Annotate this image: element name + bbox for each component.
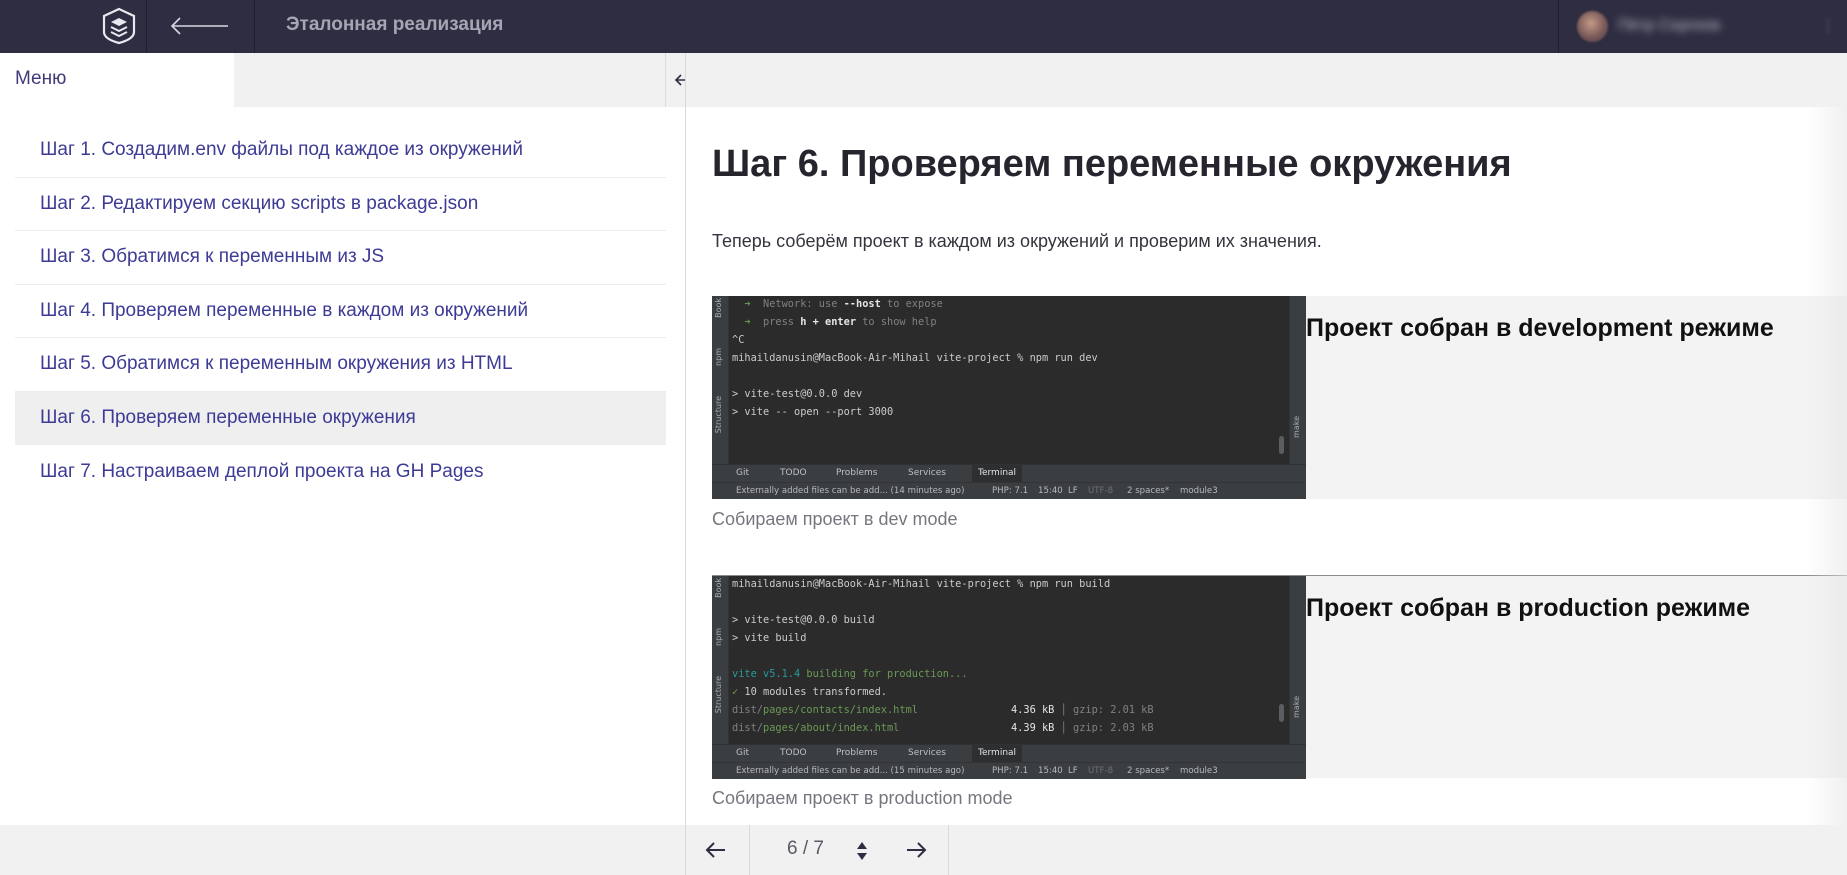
sidebar-item-step-4[interactable]: Шаг 4. Проверяем переменные в каждом из … <box>15 285 666 338</box>
ide-right-strip: make <box>1289 296 1306 464</box>
top-bar: Эталонная реализация Пётр Сергеев ⋮ <box>0 0 1847 53</box>
ide-status-bar: Externally added files can be add... (14… <box>712 482 1306 499</box>
status-encoding: UTF-8 <box>1088 766 1114 776</box>
strip-label: npm <box>714 628 723 646</box>
terminal-scrollbar <box>1279 704 1284 722</box>
ide-tab: Problems <box>836 468 878 478</box>
status-cursor: 15:40 <box>1038 486 1063 496</box>
terminal-line: ^C <box>732 334 745 346</box>
figure-caption: Собираем проект в production mode <box>712 788 1013 808</box>
terminal-line: > vite -- open --port 3000 <box>732 406 894 418</box>
terminal-image: Book npm Structure ➜ Network: use --host… <box>712 296 1306 499</box>
ide-tool-tabs: Git TODO Problems Services Terminal <box>712 744 1306 763</box>
strip-label: Book <box>714 298 723 318</box>
divider <box>146 0 147 53</box>
terminal-line: vite v5.1.4 building for production... <box>732 668 968 680</box>
strip-label: Structure <box>714 676 723 714</box>
sidebar-item-step-6[interactable]: Шаг 6. Проверяем переменные окружения <box>15 391 666 445</box>
arrow-left-icon[interactable] <box>703 837 729 863</box>
intro-text: Теперь соберём проект в каждом из окруже… <box>712 231 1322 251</box>
more-icon[interactable]: ⋮ <box>1820 16 1836 35</box>
ide-tab: Terminal <box>972 465 1023 483</box>
status-eol: LF <box>1068 486 1078 496</box>
strip-label: Structure <box>714 396 723 434</box>
page-stepper-icon[interactable] <box>855 839 869 863</box>
status-indent: 2 spaces* <box>1127 486 1170 496</box>
ide-tab: Git <box>736 468 750 478</box>
sidebar: Меню Шаг 1. Создадим.env файлы под каждо… <box>0 53 705 825</box>
user-menu[interactable]: Пётр Сергеев ⋮ <box>1558 0 1847 53</box>
ide-tab: TODO <box>780 748 807 758</box>
ide-tool-tabs: Git TODO Problems Services Terminal <box>712 464 1306 483</box>
terminal-line: > vite-test@0.0.0 dev <box>732 388 863 400</box>
divider <box>254 0 255 53</box>
terminal-line: mihaildanusin@MacBook-Air-Mihail vite-pr… <box>732 578 1111 590</box>
pagination-bar: 6 / 7 <box>0 825 1847 875</box>
ide-right-strip: make <box>1289 576 1306 744</box>
ide-left-strip: Book npm Structure <box>712 576 729 744</box>
divider <box>685 825 686 875</box>
terminal-line: ➜ press h + enter to show help <box>732 316 937 328</box>
ide-tab: TODO <box>780 468 807 478</box>
figure-caption: Собираем проект в dev mode <box>712 509 958 529</box>
divider <box>948 825 949 875</box>
terminal-image: Book npm Structure mihaildanusin@MacBook… <box>712 576 1306 779</box>
content-header <box>686 53 1847 107</box>
screenshot-caption: Проект собран в development режиме <box>1306 314 1774 342</box>
sidebar-item-step-5[interactable]: Шаг 5. Обратимся к переменным окружения … <box>15 338 666 392</box>
page-title: Шаг 6. Проверяем переменные окружения <box>712 143 1512 185</box>
screenshot-production: Book npm Structure mihaildanusin@MacBook… <box>712 575 1847 779</box>
strip-label: npm <box>714 348 723 366</box>
ide-tab: Terminal <box>972 745 1023 763</box>
status-text: Externally added files can be add... (14… <box>736 486 965 496</box>
ide-left-strip: Book npm Structure <box>712 296 729 464</box>
user-name: Пётр Сергеев <box>1618 17 1721 34</box>
page-indicator: 6 / 7 <box>787 838 824 859</box>
scroll-shadow <box>1807 107 1847 825</box>
status-php: PHP: 7.1 <box>992 486 1029 496</box>
screenshot-dev: Book npm Structure ➜ Network: use --host… <box>712 296 1847 499</box>
sidebar-header: Меню <box>0 53 705 107</box>
ide-tab: Problems <box>836 748 878 758</box>
lesson-content: Шаг 6. Проверяем переменные окружения Те… <box>686 107 1847 825</box>
sidebar-item-step-1[interactable]: Шаг 1. Создадим.env файлы под каждое из … <box>15 124 666 178</box>
terminal-line: > vite build <box>732 632 807 644</box>
status-php: PHP: 7.1 <box>992 766 1029 776</box>
divider <box>749 825 750 875</box>
screenshot-caption: Проект собран в production режиме <box>1306 594 1751 622</box>
terminal-line: ✓ 10 modules transformed. <box>732 686 887 698</box>
logo-icon[interactable] <box>100 7 138 45</box>
divider <box>1558 0 1559 53</box>
terminal-line: > vite-test@0.0.0 build <box>732 614 875 626</box>
status-text: Externally added files can be add... (15… <box>736 766 965 776</box>
status-branch: module3 <box>1180 766 1218 776</box>
status-branch: module3 <box>1180 486 1218 496</box>
ide-tab: Services <box>908 748 946 758</box>
status-encoding: UTF-8 <box>1088 486 1114 496</box>
terminal-scrollbar <box>1279 436 1284 454</box>
terminal-line: dist/pages/about/index.html 4.39 kB │ gz… <box>732 722 1154 734</box>
arrow-right-icon[interactable] <box>903 837 929 863</box>
sidebar-item-step-7[interactable]: Шаг 7. Настраиваем деплой проекта на GH … <box>15 445 666 499</box>
tab-menu[interactable]: Меню <box>0 53 234 107</box>
terminal-line: ➜ Network: use --host to expose <box>732 298 943 310</box>
terminal-line: dist/pages/contacts/index.html 4.36 kB │… <box>732 704 1154 716</box>
ide-tab: Git <box>736 748 750 758</box>
strip-label: make <box>1292 416 1301 438</box>
status-cursor: 15:40 <box>1038 766 1063 776</box>
strip-label: make <box>1292 696 1301 718</box>
terminal-line: mihaildanusin@MacBook-Air-Mihail vite-pr… <box>732 352 1098 364</box>
sidebar-item-step-3[interactable]: Шаг 3. Обратимся к переменным из JS <box>15 231 666 285</box>
avatar[interactable] <box>1577 11 1608 42</box>
status-indent: 2 spaces* <box>1127 766 1170 776</box>
back-arrow-icon[interactable] <box>168 13 230 39</box>
steps-list: Шаг 1. Создадим.env файлы под каждое из … <box>15 124 666 499</box>
strip-label: Book <box>714 578 723 598</box>
ide-status-bar: Externally added files can be add... (15… <box>712 762 1306 779</box>
sidebar-item-step-2[interactable]: Шаг 2. Редактируем секцию scripts в pack… <box>15 178 666 231</box>
status-eol: LF <box>1068 766 1078 776</box>
app-title: Эталонная реализация <box>286 14 504 35</box>
ide-tab: Services <box>908 468 946 478</box>
